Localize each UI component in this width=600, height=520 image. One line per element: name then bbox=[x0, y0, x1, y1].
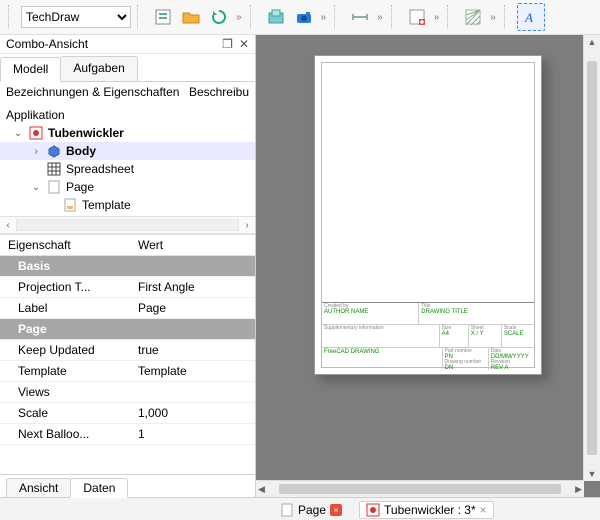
document-tabbar: Page × Tubenwickler : 3* × bbox=[0, 497, 600, 520]
chevron-down-icon[interactable]: ⌄ bbox=[30, 182, 42, 193]
annotate-button[interactable]: A bbox=[517, 3, 545, 31]
tree-item-template[interactable]: Template bbox=[82, 198, 131, 212]
prop-val[interactable]: First Angle bbox=[130, 277, 255, 298]
tree-item-spreadsheet[interactable]: Spreadsheet bbox=[66, 162, 134, 176]
prop-key: Views bbox=[0, 382, 130, 403]
close-tab-icon[interactable]: × bbox=[330, 504, 342, 516]
tree-header-desc: Beschreibu bbox=[189, 85, 249, 99]
tree-root[interactable]: Applikation bbox=[6, 108, 65, 122]
prop-key: Label bbox=[0, 298, 130, 319]
camera-button[interactable] bbox=[291, 4, 317, 30]
prop-val[interactable] bbox=[130, 382, 255, 403]
prop-val[interactable]: Template bbox=[130, 361, 255, 382]
body-icon bbox=[46, 143, 62, 159]
prop-head-val: Wert bbox=[130, 235, 255, 256]
prop-key: Next Balloo... bbox=[0, 424, 130, 445]
prop-key: Scale bbox=[0, 403, 130, 424]
prop-key: Template bbox=[0, 361, 130, 382]
dimension-button[interactable] bbox=[347, 4, 373, 30]
prop-val[interactable]: 1 bbox=[130, 424, 255, 445]
spreadsheet-icon bbox=[46, 161, 62, 177]
open-doc-button[interactable] bbox=[178, 4, 204, 30]
overflow-indicator[interactable]: » bbox=[432, 12, 442, 23]
prop-val[interactable]: Page bbox=[130, 298, 255, 319]
property-tabs: Ansicht Daten bbox=[0, 474, 255, 497]
doc-tab-document[interactable]: Tubenwickler : 3* × bbox=[359, 501, 494, 519]
overflow-indicator[interactable]: » bbox=[375, 12, 385, 23]
refresh-button[interactable] bbox=[206, 4, 232, 30]
tree-hscrollbar[interactable]: ‹› bbox=[0, 216, 255, 234]
document-icon bbox=[366, 503, 380, 517]
tree-item-body[interactable]: Body bbox=[66, 144, 96, 158]
workbench-select[interactable]: TechDraw bbox=[21, 6, 131, 28]
document-icon bbox=[28, 125, 44, 141]
insert-view-button[interactable] bbox=[263, 4, 289, 30]
tab-model[interactable]: Modell bbox=[0, 57, 61, 82]
overflow-indicator[interactable]: » bbox=[234, 12, 244, 23]
tab-tasks[interactable]: Aufgaben bbox=[60, 56, 137, 81]
prop-group-basis: Basis bbox=[0, 256, 255, 277]
overflow-indicator[interactable]: » bbox=[319, 12, 329, 23]
drawing-canvas[interactable]: Created byAUTHOR NAME TitleDRAWING TITLE… bbox=[256, 35, 600, 497]
prop-group-page: Page bbox=[0, 319, 255, 340]
main-toolbar: TechDraw » » » » » A bbox=[0, 0, 600, 35]
prop-val[interactable]: 1,000 bbox=[130, 403, 255, 424]
prop-key: Keep Updated bbox=[0, 340, 130, 361]
close-icon[interactable]: ✕ bbox=[239, 37, 249, 51]
undock-icon[interactable]: ❐ bbox=[222, 37, 233, 51]
horizontal-scrollbar[interactable]: ◀▶ bbox=[256, 480, 584, 497]
overflow-indicator[interactable]: » bbox=[488, 12, 498, 23]
new-page-button[interactable] bbox=[404, 4, 430, 30]
combo-panel: Combo-Ansicht ❐ ✕ Modell Aufgaben Bezeic… bbox=[0, 35, 256, 497]
tree-item-page[interactable]: Page bbox=[66, 180, 94, 194]
tree-header-labels: Bezeichnungen & Eigenschaften bbox=[6, 85, 189, 99]
chevron-right-icon[interactable]: › bbox=[30, 146, 42, 157]
vertical-scrollbar[interactable]: ▲▼ bbox=[583, 35, 600, 481]
chevron-down-icon[interactable]: ⌄ bbox=[12, 128, 24, 139]
prop-key: Projection T... bbox=[0, 277, 130, 298]
tree-item-document[interactable]: Tubenwickler bbox=[48, 126, 124, 140]
drawing-sheet[interactable]: Created byAUTHOR NAME TitleDRAWING TITLE… bbox=[314, 55, 542, 375]
prop-val[interactable]: true bbox=[130, 340, 255, 361]
prop-head-key: Eigenschaft bbox=[0, 235, 130, 256]
combo-title: Combo-Ansicht bbox=[6, 37, 88, 51]
tab-data[interactable]: Daten bbox=[70, 478, 128, 498]
template-icon bbox=[62, 197, 78, 213]
close-tab-icon[interactable]: × bbox=[480, 503, 487, 517]
drawing-area: Created byAUTHOR NAME TitleDRAWING TITLE… bbox=[256, 35, 600, 497]
page-icon bbox=[46, 179, 62, 195]
page-icon bbox=[280, 503, 294, 517]
tab-view[interactable]: Ansicht bbox=[6, 478, 71, 497]
doc-tab-page[interactable]: Page × bbox=[273, 501, 349, 519]
title-block: Created byAUTHOR NAME TitleDRAWING TITLE… bbox=[322, 302, 534, 367]
hatch-button[interactable] bbox=[460, 4, 486, 30]
model-tree[interactable]: Applikation ⌄ Tubenwickler › Body Spreadsh… bbox=[0, 102, 255, 216]
new-doc-button[interactable] bbox=[150, 4, 176, 30]
property-grid: EigenschaftWert Basis Projection T...Fir… bbox=[0, 234, 255, 474]
svg-text:A: A bbox=[524, 10, 533, 25]
combo-tabs: Modell Aufgaben bbox=[0, 54, 255, 82]
